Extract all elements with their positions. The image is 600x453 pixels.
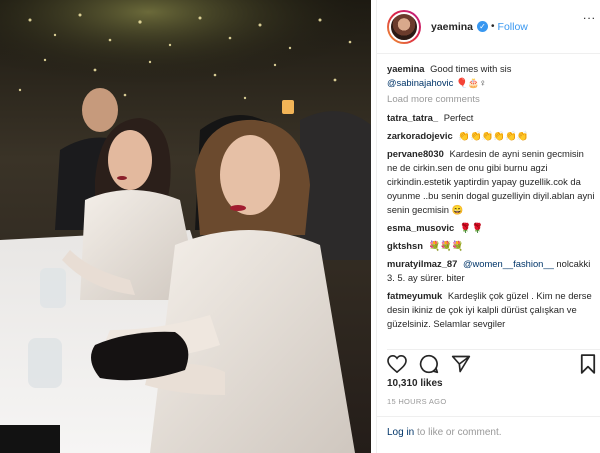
comment-username[interactable]: muratyilmaz_87: [387, 258, 457, 269]
caption-mention[interactable]: @sabinajahovic: [387, 77, 453, 88]
post-photo[interactable]: [0, 0, 371, 453]
comment-username[interactable]: tatra_tatra_: [387, 112, 438, 123]
like-button[interactable]: [387, 354, 407, 374]
more-options-icon[interactable]: ...: [583, 8, 596, 22]
header-separator: •: [491, 21, 495, 32]
comment-icon: [419, 354, 439, 373]
post-header: yaemina ✓ • Follow ...: [377, 0, 600, 54]
header-username[interactable]: yaemina: [431, 21, 473, 33]
comments-list[interactable]: yaemina Good times with sis @sabinajahov…: [387, 62, 596, 346]
heart-icon: [387, 354, 407, 373]
comment: muratyilmaz_87 @women__fashion__ nolcakk…: [387, 257, 596, 285]
comment: gktshsn 💐💐💐: [387, 239, 596, 253]
comment-mention[interactable]: @women__fashion__: [463, 258, 554, 269]
bookmark-icon: [580, 353, 596, 374]
login-link[interactable]: Log in: [387, 427, 414, 438]
comment: esma_musovic 🌹🌹: [387, 221, 596, 235]
post-side-panel: yaemina ✓ • Follow ... yaemina Good time…: [376, 0, 600, 453]
comment-username[interactable]: gktshsn: [387, 240, 423, 251]
comment: pervane8030 Kardesin de ayni senin gecmi…: [387, 147, 596, 217]
login-prompt: Log in to like or comment.: [377, 416, 600, 453]
caption-emoji: 🎈🎂♀: [455, 77, 487, 88]
comment-username[interactable]: zarkoradojevic: [387, 130, 453, 141]
comment-text: Perfect: [443, 112, 474, 123]
share-button[interactable]: [451, 354, 471, 374]
comment-button[interactable]: [419, 354, 439, 374]
comment-text: 👏👏👏👏👏👏: [458, 130, 529, 141]
follow-button[interactable]: Follow: [498, 21, 528, 33]
comment: tatra_tatra_ Perfect: [387, 111, 596, 125]
verified-icon: ✓: [477, 21, 489, 32]
avatar[interactable]: [387, 9, 421, 44]
post-timestamp[interactable]: 15 HOURS AGO: [387, 397, 446, 406]
load-more-comments-button[interactable]: Load more comments: [387, 94, 596, 105]
photo-image: [0, 0, 371, 453]
comment: fatmeyumuk Kardeşlik çok güzel . Kim ne …: [387, 289, 596, 331]
caption: yaemina Good times with sis @sabinajahov…: [387, 62, 596, 90]
save-button[interactable]: [578, 353, 598, 374]
action-bar: [387, 349, 600, 374]
avatar-image: [389, 11, 419, 42]
comment-username[interactable]: pervane8030: [387, 148, 444, 159]
likes-count[interactable]: 10,310 likes: [387, 378, 443, 389]
share-icon: [451, 355, 471, 372]
comment-username[interactable]: esma_musovic: [387, 222, 454, 233]
login-prompt-text: to like or comment.: [417, 427, 502, 438]
comment-username[interactable]: fatmeyumuk: [387, 290, 442, 301]
caption-text: Good times with sis: [430, 63, 512, 74]
caption-username[interactable]: yaemina: [387, 63, 425, 74]
comment-text: 🌹🌹: [459, 222, 484, 233]
comment-text: 💐💐💐: [428, 240, 464, 251]
comment: zarkoradojevic 👏👏👏👏👏👏: [387, 129, 596, 143]
